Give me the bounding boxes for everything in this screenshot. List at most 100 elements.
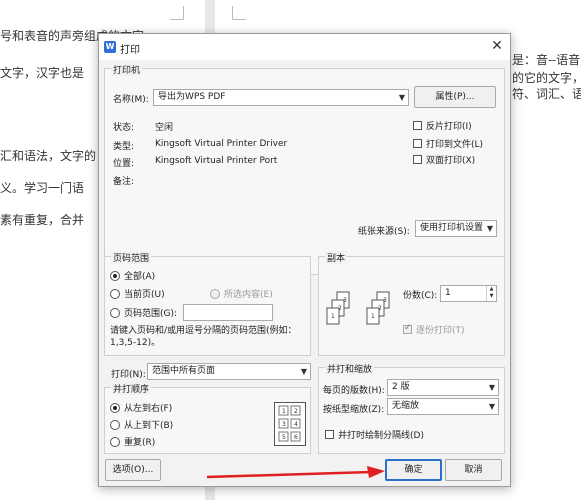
checkbox-box xyxy=(413,155,422,164)
page-range-all-radio[interactable]: 全部(A) xyxy=(110,269,155,282)
page-corner-mark xyxy=(232,6,246,20)
duplex-label: 双面打印(X) xyxy=(426,156,476,166)
svg-text:1: 1 xyxy=(331,313,335,320)
pages-per-sheet-select[interactable]: 2 版 ▼ xyxy=(387,379,499,396)
page-range-all-label: 全部(A) xyxy=(124,272,156,282)
checkbox-box xyxy=(325,430,334,439)
dropdown-arrow-icon: ▼ xyxy=(488,383,495,392)
page-range-pages-radio[interactable]: 页码范围(G): xyxy=(110,306,177,319)
doc-text-line: 文字，汉字也是 xyxy=(0,66,85,80)
dropdown-arrow-icon: ▼ xyxy=(398,93,405,102)
print-to-file-checkbox[interactable]: 打印到文件(L) xyxy=(413,137,483,150)
page-range-selection-label: 所选内容(E) xyxy=(224,290,273,300)
page-corner-mark xyxy=(170,6,184,20)
order-left-to-right-radio[interactable]: 从左到右(F) xyxy=(110,401,172,414)
ok-button[interactable]: 确定 xyxy=(385,459,442,481)
radio-dot xyxy=(110,288,120,299)
comment-label: 备注: xyxy=(113,177,135,187)
radio-dot xyxy=(110,402,120,413)
dialog-titlebar[interactable]: W 打印 ✕ xyxy=(99,34,510,60)
print-what-select[interactable]: 范围中所有页面 ▼ xyxy=(147,363,311,380)
zoom-group-label: 并打和缩放 xyxy=(325,362,375,375)
radio-dot xyxy=(110,436,120,447)
dialog-title: 打印 xyxy=(120,45,140,56)
order-left-to-right-label: 从左到右(F) xyxy=(124,404,173,414)
checkbox-box xyxy=(403,323,412,334)
collate-checkbox[interactable]: 逐份打印(T) xyxy=(403,323,465,336)
order-group-label: 并打顺序 xyxy=(111,382,152,395)
duplex-checkbox[interactable]: 双面打印(X) xyxy=(413,153,475,166)
page-range-group-label: 页码范围 xyxy=(111,251,152,264)
page-range-current-radio[interactable]: 当前页(U) xyxy=(110,287,165,300)
print-what-label: 打印(N): xyxy=(111,370,146,380)
status-value: 空闲 xyxy=(155,123,174,133)
print-what-value: 范围中所有页面 xyxy=(152,366,216,376)
grid-number: 3 xyxy=(282,421,286,428)
paper-source-value: 使用打印机设置 xyxy=(420,223,484,233)
order-grid-icon: 1 2 3 4 5 6 xyxy=(274,402,306,446)
radio-dot xyxy=(110,307,120,318)
location-label: 位置: xyxy=(113,159,135,169)
order-repeat-radio[interactable]: 重复(R) xyxy=(110,435,155,448)
spinner-arrows-icon[interactable]: ▲ ▼ xyxy=(486,286,496,301)
doc-text-line: 是：音--语音 xyxy=(512,53,581,67)
dropdown-arrow-icon: ▼ xyxy=(486,224,493,233)
pages-per-sheet-label: 每页的版数(H): xyxy=(323,386,385,396)
draw-borders-checkbox[interactable]: 并打时绘制分隔线(D) xyxy=(325,428,424,441)
radio-dot xyxy=(110,270,120,281)
grid-number: 2 xyxy=(294,408,298,415)
copies-count-value: 1 xyxy=(445,288,451,298)
collate-label: 逐份打印(T) xyxy=(416,326,465,336)
cancel-button[interactable]: 取消 xyxy=(445,459,502,481)
svg-text:1: 1 xyxy=(371,313,375,320)
doc-text-line: 符、词汇、语 xyxy=(512,87,581,101)
page-range-pages-label: 页码范围(G): xyxy=(124,309,178,319)
reverse-print-label: 反片打印(I) xyxy=(426,122,472,132)
dropdown-arrow-icon: ▼ xyxy=(488,402,495,411)
order-top-to-bottom-radio[interactable]: 从上到下(B) xyxy=(110,418,173,431)
page-range-current-label: 当前页(U) xyxy=(124,290,165,300)
properties-button[interactable]: 属性(P)... xyxy=(414,86,496,108)
scale-value: 无缩放 xyxy=(392,401,420,411)
checkbox-box xyxy=(413,139,422,148)
svg-text:2: 2 xyxy=(378,305,382,312)
paper-source-label: 纸张来源(S): xyxy=(358,227,410,237)
grid-number: 4 xyxy=(294,421,298,428)
printer-group-label: 打印机 xyxy=(111,63,143,76)
radio-dot xyxy=(210,288,220,299)
options-button[interactable]: 选项(O)... xyxy=(105,459,161,481)
copies-group-label: 副本 xyxy=(325,251,348,264)
copies-count-spinner[interactable]: 1 ▲ ▼ xyxy=(440,285,497,302)
reverse-print-checkbox[interactable]: 反片打印(I) xyxy=(413,119,472,132)
location-value: Kingsoft Virtual Printer Port xyxy=(155,156,278,166)
close-icon[interactable]: ✕ xyxy=(490,38,504,54)
printer-name-select[interactable]: 导出为WPS PDF ▼ xyxy=(153,89,409,106)
scale-select[interactable]: 无缩放 ▼ xyxy=(387,398,499,415)
page-range-selection-radio[interactable]: 所选内容(E) xyxy=(210,287,273,300)
doc-text-line: 汇和语法，文字的 xyxy=(0,149,97,163)
doc-text-line: 义。学习一门语 xyxy=(0,181,85,195)
annotation-arrow-icon xyxy=(206,466,385,479)
paper-source-select[interactable]: 使用打印机设置 ▼ xyxy=(415,220,497,237)
order-repeat-label: 重复(R) xyxy=(124,438,156,448)
status-label: 状态: xyxy=(113,123,135,133)
grid-number: 6 xyxy=(294,434,298,441)
page-range-input[interactable] xyxy=(183,304,273,321)
svg-text:3: 3 xyxy=(383,297,387,304)
print-to-file-label: 打印到文件(L) xyxy=(426,140,484,150)
page-range-hint: 请键入页码和/或用逗号分隔的页码范围(例如：1,3,5-12)。 xyxy=(110,326,297,348)
copies-count-label: 份数(C): xyxy=(403,291,438,301)
svg-text:2: 2 xyxy=(338,305,342,312)
grid-number: 5 xyxy=(282,434,286,441)
scale-label: 按纸型缩放(Z): xyxy=(323,405,385,415)
pages-per-sheet-value: 2 版 xyxy=(392,382,410,392)
draw-borders-label: 并打时绘制分隔线(D) xyxy=(338,431,424,441)
checkbox-box xyxy=(413,121,422,130)
order-top-to-bottom-label: 从上到下(B) xyxy=(124,421,174,431)
doc-text-line: 素有重复，合并 xyxy=(0,213,85,227)
type-label: 类型: xyxy=(113,142,135,152)
dropdown-arrow-icon: ▼ xyxy=(300,367,307,376)
printer-name-label: 名称(M): xyxy=(113,95,149,105)
wps-logo-icon: W xyxy=(104,41,116,53)
type-value: Kingsoft Virtual Printer Driver xyxy=(155,139,288,149)
